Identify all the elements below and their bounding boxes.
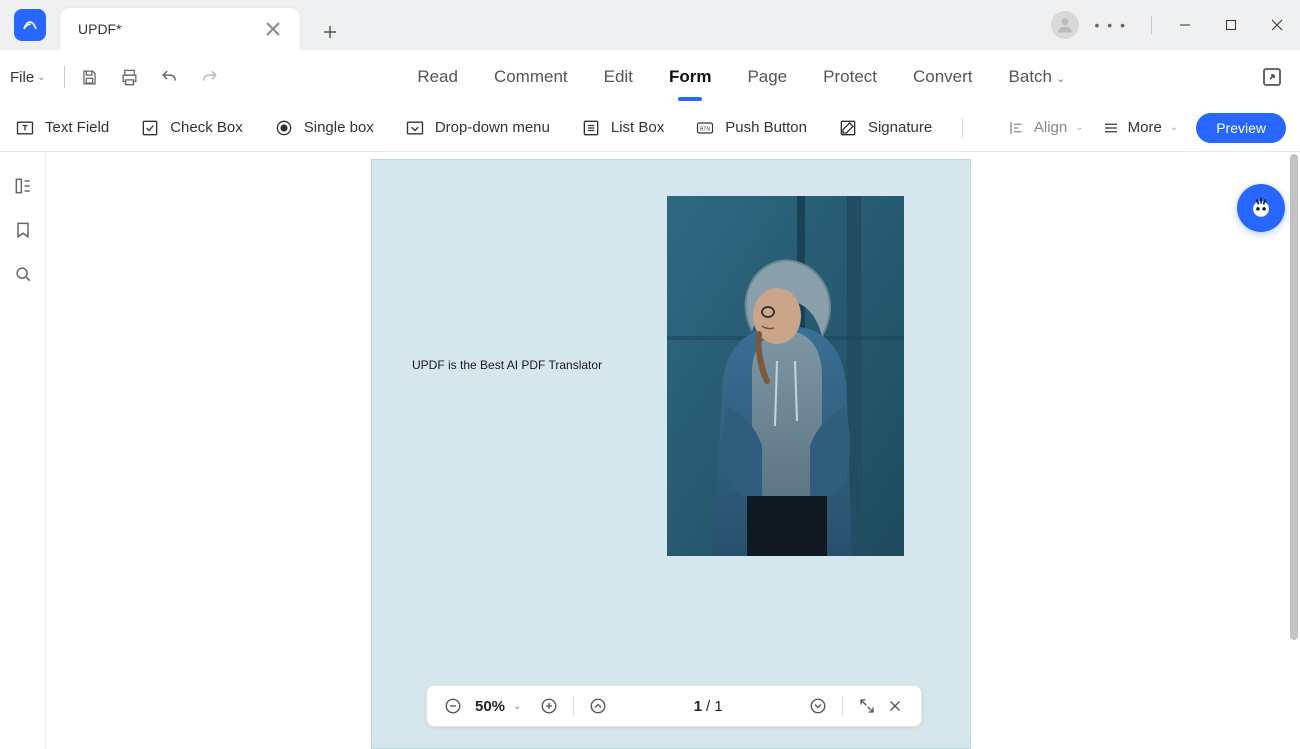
- current-page[interactable]: 1: [694, 698, 702, 715]
- fullscreen-button[interactable]: [853, 692, 881, 720]
- tab-group: UPDF*: [60, 0, 348, 50]
- ai-assistant-button[interactable]: [1237, 184, 1285, 232]
- push-button-tool[interactable]: BTN Push Button: [694, 117, 807, 139]
- push-button-icon: BTN: [694, 117, 716, 139]
- search-icon[interactable]: [11, 262, 35, 286]
- save-icon[interactable]: [77, 64, 103, 90]
- print-icon[interactable]: [117, 64, 143, 90]
- redo-icon[interactable]: [197, 64, 223, 90]
- page-controls: 50% ⌄ 1 / 1: [426, 685, 922, 727]
- thumbnails-icon[interactable]: [11, 174, 35, 198]
- menu-bar: File ⌄ Read Comment Edit Form Page Prote…: [0, 50, 1300, 104]
- signature-icon: [837, 117, 859, 139]
- check-box-tool[interactable]: Check Box: [139, 117, 243, 139]
- signature-label: Signature: [868, 119, 932, 136]
- next-page-button[interactable]: [804, 692, 832, 720]
- tab-comment[interactable]: Comment: [494, 61, 568, 93]
- title-bar: UPDF* • • •: [0, 0, 1300, 50]
- separator: [962, 118, 963, 138]
- zoom-in-button[interactable]: [535, 692, 563, 720]
- more-tool[interactable]: More ⌄: [1102, 119, 1179, 137]
- prev-page-button[interactable]: [584, 692, 612, 720]
- tab-protect[interactable]: Protect: [823, 61, 877, 93]
- chevron-down-icon: ⌄: [1170, 122, 1178, 133]
- file-menu-label: File: [10, 69, 34, 86]
- dropdown-tool[interactable]: Drop-down menu: [404, 117, 550, 139]
- chevron-down-icon: ⌄: [1056, 73, 1065, 85]
- check-box-icon: [139, 117, 161, 139]
- close-tab-icon[interactable]: [264, 20, 282, 38]
- single-box-tool[interactable]: Single box: [273, 117, 374, 139]
- document-page[interactable]: UPDF is the Best AI PDF Translator: [371, 159, 971, 749]
- hamburger-icon: [1102, 119, 1120, 137]
- text-field-label: Text Field: [45, 119, 109, 136]
- quick-actions: [77, 64, 223, 90]
- close-footer-button[interactable]: [881, 692, 909, 720]
- chevron-down-icon: ⌄: [37, 72, 45, 83]
- close-window-button[interactable]: [1254, 0, 1300, 50]
- app-menu-dots-icon[interactable]: • • •: [1095, 17, 1127, 33]
- text-field-tool[interactable]: Text Field: [14, 117, 109, 139]
- left-rail: [0, 152, 45, 749]
- tab-title: UPDF*: [78, 21, 264, 37]
- push-button-label: Push Button: [725, 119, 807, 136]
- canvas-area[interactable]: UPDF is the Best AI PDF Translator: [46, 152, 1300, 749]
- tab-page[interactable]: Page: [747, 61, 787, 93]
- zoom-level: 50%: [475, 698, 505, 715]
- single-box-label: Single box: [304, 119, 374, 136]
- tab-convert[interactable]: Convert: [913, 61, 973, 93]
- separator: [1151, 16, 1152, 34]
- bookmark-icon[interactable]: [11, 218, 35, 242]
- dropdown-label: Drop-down menu: [435, 119, 550, 136]
- document-body-text: UPDF is the Best AI PDF Translator: [412, 358, 602, 372]
- separator: [64, 66, 65, 88]
- list-box-label: List Box: [611, 119, 664, 136]
- align-label: Align: [1034, 119, 1067, 136]
- tab-batch-label: Batch: [1009, 67, 1052, 86]
- list-box-tool[interactable]: List Box: [580, 117, 664, 139]
- separator: [842, 697, 843, 715]
- chevron-down-icon: ⌄: [1075, 122, 1083, 133]
- minimize-button[interactable]: [1162, 0, 1208, 50]
- separator: [573, 697, 574, 715]
- vertical-scrollbar[interactable]: [1290, 154, 1298, 640]
- align-tool[interactable]: Align ⌄: [1008, 119, 1084, 137]
- undo-icon[interactable]: [157, 64, 183, 90]
- form-toolbar: Text Field Check Box Single box Drop-dow…: [0, 104, 1300, 152]
- preview-button[interactable]: Preview: [1196, 113, 1286, 143]
- share-icon[interactable]: [1260, 65, 1284, 89]
- tab-form[interactable]: Form: [669, 61, 712, 93]
- tab-edit[interactable]: Edit: [604, 61, 633, 93]
- text-field-icon: [14, 117, 36, 139]
- zoom-out-button[interactable]: [439, 692, 467, 720]
- svg-text:BTN: BTN: [700, 126, 710, 132]
- total-pages: / 1: [706, 698, 723, 715]
- app-logo[interactable]: [14, 9, 46, 41]
- main-menu-tabs: Read Comment Edit Form Page Protect Conv…: [223, 61, 1260, 93]
- more-label: More: [1128, 119, 1162, 136]
- check-box-label: Check Box: [170, 119, 243, 136]
- document-image: [667, 196, 904, 556]
- file-menu[interactable]: File ⌄: [10, 69, 58, 86]
- tab-read[interactable]: Read: [417, 61, 458, 93]
- user-avatar[interactable]: [1051, 11, 1079, 39]
- align-icon: [1008, 119, 1026, 137]
- dropdown-icon: [404, 117, 426, 139]
- zoom-dropdown-icon[interactable]: ⌄: [513, 701, 521, 712]
- new-tab-button[interactable]: [312, 14, 348, 50]
- tab-batch[interactable]: Batch ⌄: [1009, 61, 1066, 93]
- list-box-icon: [580, 117, 602, 139]
- radio-icon: [273, 117, 295, 139]
- maximize-button[interactable]: [1208, 0, 1254, 50]
- document-tab[interactable]: UPDF*: [60, 8, 300, 50]
- signature-tool[interactable]: Signature: [837, 117, 932, 139]
- workspace: UPDF is the Best AI PDF Translator: [0, 152, 1300, 749]
